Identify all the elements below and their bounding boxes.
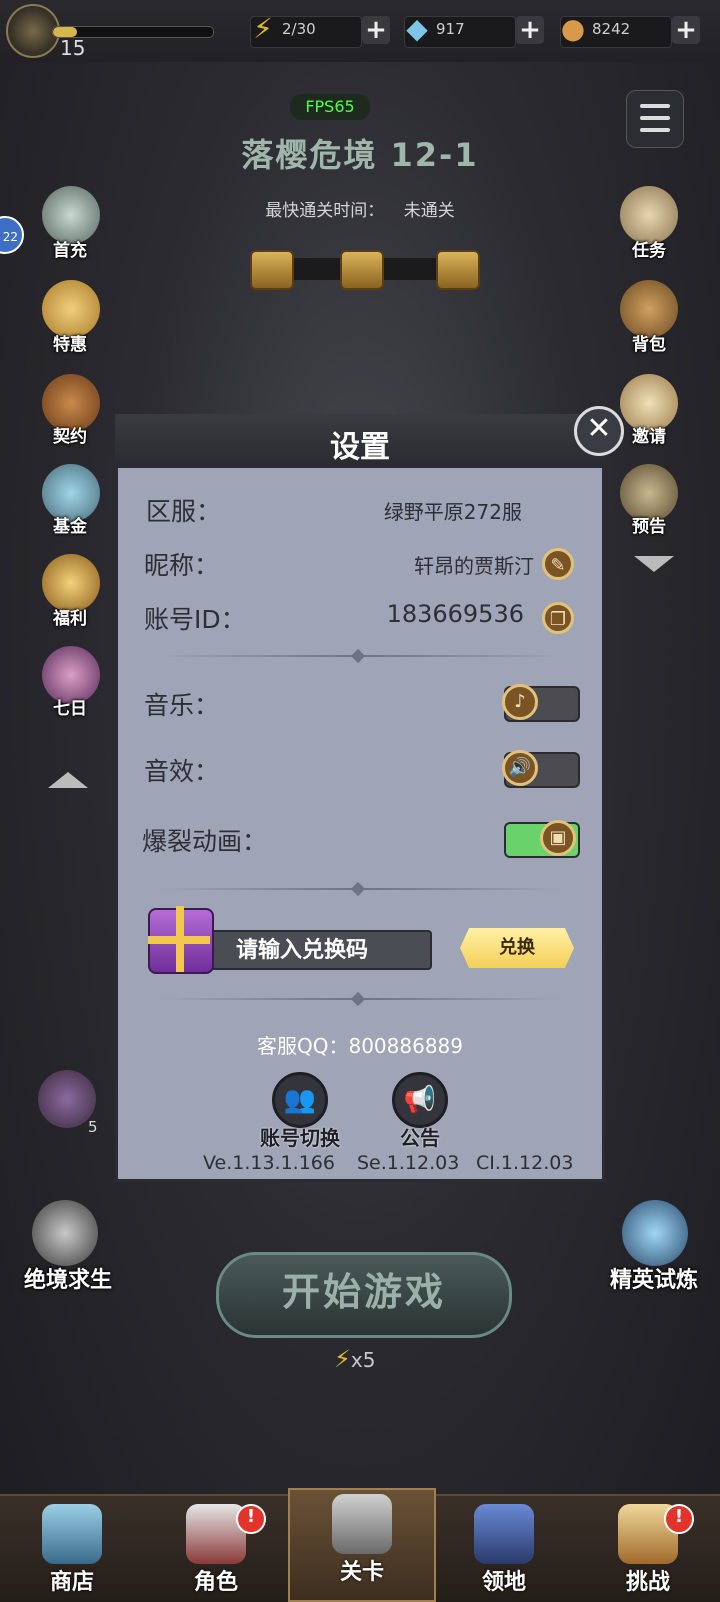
- stage-title: 落樱危境 12-1: [241, 136, 479, 174]
- music-note-icon[interactable]: ♪: [502, 684, 538, 720]
- survival-mode-icon[interactable]: [32, 1200, 98, 1266]
- start-game-button[interactable]: 开始游戏: [216, 1252, 512, 1338]
- diamond-icon: ◆: [406, 12, 428, 45]
- tab-challenge-label: 挑战: [625, 1570, 670, 1595]
- lightning-icon: ⚡: [253, 12, 273, 45]
- fps-counter: FPS65: [290, 94, 370, 120]
- image-icon[interactable]: ▣: [540, 820, 576, 856]
- music-label: 音乐：: [144, 691, 220, 720]
- nickname-value: 轩昂的贾斯汀: [414, 554, 534, 578]
- close-button[interactable]: ✕: [574, 406, 624, 456]
- account-id-label: 账号ID：: [144, 605, 246, 634]
- menu-icon: [640, 104, 670, 108]
- reward-chest-1[interactable]: [250, 250, 294, 290]
- elite-trial-icon[interactable]: [622, 1200, 688, 1266]
- character-alert-icon: !: [236, 1504, 266, 1534]
- survival-mode-label[interactable]: 绝境求生: [6, 1262, 130, 1294]
- tab-character[interactable]: 角色: [144, 1500, 288, 1600]
- tab-challenge[interactable]: 挑战: [576, 1500, 720, 1600]
- fastest-clear-time: 最快通关时间： 未通关: [0, 196, 720, 221]
- announcement-button[interactable]: 📢: [392, 1072, 448, 1128]
- energy-value: 2/30: [282, 20, 316, 38]
- menu-icon-line: [640, 128, 670, 132]
- switch-account-label[interactable]: 账号切换: [240, 1122, 360, 1151]
- tab-stage[interactable]: 关卡: [288, 1488, 436, 1602]
- coin-icon: ●: [560, 12, 586, 45]
- crossed-swords-icon: [332, 1494, 392, 1554]
- sidebar-item-welfare[interactable]: 福利: [25, 604, 115, 629]
- edit-nickname-button[interactable]: ✎: [542, 548, 574, 580]
- gift-ribbon: [148, 936, 210, 944]
- fastest-clear-label: 最快通关时间：: [265, 201, 385, 221]
- redeem-code-input[interactable]: 请输入兑换码: [200, 930, 432, 970]
- sidebar-item-preview[interactable]: 预告: [604, 512, 694, 537]
- customer-service-qq: 客服QQ：800886889: [256, 1034, 463, 1058]
- version-se: Se.1.12.03: [357, 1152, 460, 1174]
- settings-title: 设置: [330, 430, 390, 465]
- tab-territory-label: 领地: [481, 1570, 526, 1595]
- add-diamond-button[interactable]: +: [516, 16, 544, 44]
- sidebar-item-contract[interactable]: 契约: [25, 422, 115, 447]
- shop-icon: [42, 1504, 102, 1564]
- sidebar-item-special-offer[interactable]: 特惠: [25, 330, 115, 355]
- tab-shop[interactable]: 商店: [0, 1500, 144, 1600]
- sidebar-item-first-recharge[interactable]: 首充: [25, 236, 115, 261]
- add-energy-button[interactable]: +: [362, 16, 390, 44]
- expand-down-icon[interactable]: [634, 556, 674, 572]
- burst-animation-label: 爆裂动画：: [142, 827, 268, 856]
- sidebar-item-fund[interactable]: 基金: [25, 512, 115, 537]
- coin-value: 8242: [592, 20, 631, 38]
- bundle-count: 5: [88, 1118, 98, 1136]
- sidebar-item-quest[interactable]: 任务: [604, 236, 694, 261]
- speaker-icon[interactable]: 🔊: [502, 750, 538, 786]
- reward-chest-3[interactable]: [436, 250, 480, 290]
- elite-trial-label[interactable]: 精英试炼: [592, 1262, 716, 1294]
- account-id-value: 183669536: [386, 600, 524, 628]
- redeem-button[interactable]: 兑换: [460, 928, 574, 968]
- energy-cost: ⚡x5: [334, 1345, 375, 1373]
- castle-icon: [474, 1504, 534, 1564]
- version-ci: CI.1.12.03: [476, 1152, 574, 1174]
- lightning-icon: ⚡: [334, 1345, 351, 1373]
- tab-stage-label: 关卡: [339, 1560, 384, 1585]
- nickname-label: 昵称：: [144, 551, 220, 580]
- sidebar-item-backpack[interactable]: 背包: [604, 330, 694, 355]
- tab-character-label: 角色: [193, 1570, 238, 1595]
- collapse-up-icon[interactable]: [48, 772, 88, 788]
- menu-icon-line: [640, 116, 670, 120]
- tab-shop-label: 商店: [49, 1570, 94, 1595]
- switch-account-button[interactable]: 👥: [272, 1072, 328, 1128]
- announcement-label[interactable]: 公告: [360, 1122, 480, 1151]
- diamond-value: 917: [436, 20, 465, 38]
- settings-dialog: [115, 414, 605, 1182]
- copy-id-button[interactable]: ❐: [542, 602, 574, 634]
- tab-territory[interactable]: 领地: [432, 1500, 576, 1600]
- server-label: 区服：: [146, 497, 222, 526]
- sidebar-item-seven-day[interactable]: 七日: [25, 694, 115, 719]
- sound-effects-label: 音效：: [144, 757, 220, 786]
- reward-chest-2[interactable]: [340, 250, 384, 290]
- server-value: 绿野平原272服: [383, 500, 522, 524]
- player-level: 15: [60, 36, 86, 60]
- notification-badge[interactable]: 22: [0, 216, 24, 254]
- version-ve: Ve.1.13.1.166: [203, 1152, 335, 1174]
- energy-cost-value: x5: [350, 1348, 376, 1372]
- challenge-alert-icon: !: [664, 1504, 694, 1534]
- fastest-clear-value: 未通关: [403, 201, 455, 221]
- add-coin-button[interactable]: +: [672, 16, 700, 44]
